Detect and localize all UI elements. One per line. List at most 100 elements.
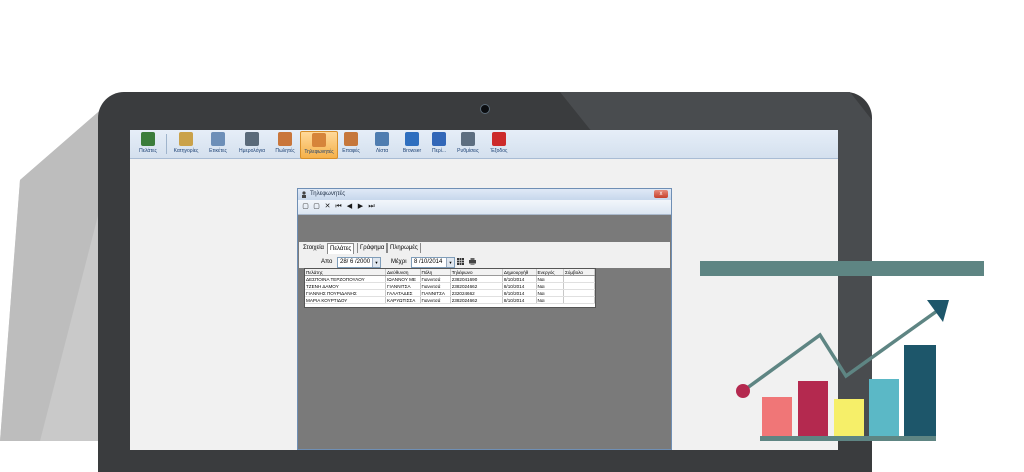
toolbar-label: Τηλεφωνητές xyxy=(304,149,334,155)
dialog-toolbar: ▢ ▢ ✕ ⏮ ◀ ▶ ⏭ xyxy=(298,200,671,215)
calendar-icon xyxy=(245,132,259,146)
table-cell: Ναι xyxy=(536,275,565,283)
tab-3[interactable]: Γράφημα xyxy=(357,243,388,253)
from-date-picker[interactable]: 28/ 6 /2000 ▼ xyxy=(337,257,381,268)
customers-table: Πελάτης Διεύθυνση Πόλη Τηλέφωνο Δημιουργήθ Εν… xyxy=(304,268,596,308)
toolbar-label: Κατηγορίες xyxy=(173,148,199,154)
table-cell xyxy=(563,282,595,290)
table-cell: Ναι xyxy=(536,289,565,297)
help-icon xyxy=(432,132,446,146)
table-cell: 8/10/2014 xyxy=(502,296,537,304)
webcam-icon xyxy=(480,104,490,114)
toolbar-label: Ετικέτες xyxy=(209,148,227,154)
table-cell: ΓΙΑΝΝΙΤΣΑ xyxy=(420,289,451,297)
new-icon[interactable]: ▢ xyxy=(301,202,310,211)
tab-2[interactable]: Πελάτες xyxy=(327,243,355,254)
toolbar-button-9[interactable]: Browser xyxy=(398,131,426,157)
table-cell: ΜΑΡΙΑ ΚΟΥΡΤΙΔΟΥ xyxy=(305,296,387,304)
exit-icon xyxy=(492,132,506,146)
table-cell: ΚΑΡΥΩΤΙΣΣΑ xyxy=(385,296,421,304)
table-cell: ΓΙΑΝΝΙΤΣΑ xyxy=(385,282,421,290)
table-cell: Γιαννιτσά xyxy=(420,296,451,304)
table-cell: ΓΙΑΝΝΗΣ ΠΟΥΡΙΔΑΝΗΣ xyxy=(305,289,387,297)
to-date-value: 8 /10/2014 xyxy=(414,259,443,265)
toolbar-button-4[interactable]: Ημερολόγια xyxy=(234,131,270,157)
operators-icon xyxy=(312,133,326,147)
toolbar-button-5[interactable]: Πωλητές xyxy=(272,131,298,157)
date-filter: Απο 28/ 6 /2000 ▼ Μέχρι 8 /10/2014 ▼ xyxy=(299,256,670,268)
contacts-icon xyxy=(344,132,358,146)
table-cell xyxy=(563,275,595,283)
chevron-down-icon[interactable]: ▼ xyxy=(446,258,454,267)
toolbar-label: Έξοδος xyxy=(490,148,508,154)
toolbar-button-6[interactable]: Τηλεφωνητές xyxy=(300,131,338,159)
toolbar-label: Browser xyxy=(402,148,422,154)
to-date-picker[interactable]: 8 /10/2014 ▼ xyxy=(411,257,455,268)
table-cell: 8/10/2014 xyxy=(502,289,537,297)
from-date-value: 28/ 6 /2000 xyxy=(340,259,371,265)
tab-strip: Στοιχεία Πελάτες Γράφημα Πληρωμές xyxy=(299,242,670,256)
table-row[interactable]: ΔΕΣΠΟΙΝΑ ΤΕΡΖΟΠΟΥΛΟΥ ΙΩΑΝΝΟΥ ΜΕ Γιαννιτσά 2… xyxy=(305,275,595,283)
operators-dialog: Τηλεφωνητές x ▢ ▢ ✕ ⏮ ◀ ▶ ⏭ xyxy=(297,188,672,450)
print-icon[interactable] xyxy=(469,258,476,265)
next-icon[interactable]: ▶ xyxy=(356,202,365,211)
table-cell: ΔΕΣΠΟΙΝΑ ΤΕΡΖΟΠΟΥΛΟΥ xyxy=(305,275,387,283)
operator-icon xyxy=(302,191,306,198)
delete-icon[interactable]: ✕ xyxy=(323,202,332,211)
dialog-titlebar[interactable]: Τηλεφωνητές x xyxy=(298,189,671,200)
table-cell: Ναι xyxy=(536,282,565,290)
grid-icon[interactable] xyxy=(457,258,464,265)
table-cell: 8/10/2014 xyxy=(502,275,537,283)
table-cell xyxy=(563,289,595,297)
main-toolbar: Πελάτες Κατηγορίες Ετικέτες Ημερολόγια Πωλητ… xyxy=(130,130,838,159)
close-button[interactable]: x xyxy=(654,190,668,198)
prev-icon[interactable]: ◀ xyxy=(345,202,354,211)
tab-1[interactable]: Στοιχεία xyxy=(301,243,326,253)
table-cell: Γιαννιτσά xyxy=(420,282,451,290)
toolbar-label: Περί... xyxy=(432,148,446,154)
labels-icon xyxy=(211,132,225,146)
first-icon[interactable]: ⏮ xyxy=(334,202,343,211)
customers-icon xyxy=(141,132,155,146)
table-cell: ΓΑΛΑΤΑΔΕΣ xyxy=(385,289,421,297)
toolbar-button-7[interactable]: Επαφές xyxy=(338,131,364,157)
toolbar-button-11[interactable]: Ρυθμίσεις xyxy=(454,131,482,157)
from-label: Απο xyxy=(321,259,333,265)
dialog-title: Τηλεφωνητές xyxy=(310,191,346,197)
tab-4[interactable]: Πληρωμές xyxy=(387,243,421,253)
toolbar-separator xyxy=(166,134,167,154)
toolbar-button-12[interactable]: Έξοδος xyxy=(486,131,512,157)
chevron-down-icon[interactable]: ▼ xyxy=(372,258,380,267)
to-label: Μέχρι xyxy=(391,259,407,265)
table-cell: 8/10/2014 xyxy=(502,282,537,290)
toolbar-button-2[interactable]: Κατηγορίες xyxy=(170,131,202,157)
toolbar-button-8[interactable]: Λίστα xyxy=(370,131,394,157)
toolbar-label: Επαφές xyxy=(342,148,360,154)
salesmen-icon xyxy=(278,132,292,146)
close-icon: x xyxy=(659,191,663,197)
save-icon[interactable]: ▢ xyxy=(312,202,321,211)
toolbar-label: Πωλητές xyxy=(275,148,295,154)
table-cell: ΙΩΑΝΝΟΥ ΜΕ xyxy=(385,275,421,283)
table-row[interactable]: ΤΖΕΝΗ ΔΑΜΟΥ ΓΙΑΝΝΙΤΣΑ Γιαννιτσά 2382024662 8… xyxy=(305,282,595,290)
table-row[interactable]: ΜΑΡΙΑ ΚΟΥΡΤΙΔΟΥ ΚΑΡΥΩΤΙΣΣΑ Γιαννιτσά 238202… xyxy=(305,296,595,304)
toolbar-label: Ημερολόγια xyxy=(239,148,265,154)
categories-icon xyxy=(179,132,193,146)
toolbar-button-10[interactable]: Περί... xyxy=(428,131,450,157)
last-icon[interactable]: ⏭ xyxy=(367,202,376,211)
chart-header-bar xyxy=(700,261,984,276)
toolbar-label: Λίστα xyxy=(375,148,389,154)
settings-icon xyxy=(461,132,475,146)
browser-icon xyxy=(405,132,419,146)
table-cell: 2382041690 xyxy=(450,275,503,283)
table-cell: ΤΖΕΝΗ ΔΑΜΟΥ xyxy=(305,282,387,290)
chart-baseline xyxy=(760,436,936,441)
table-cell xyxy=(563,296,595,304)
toolbar-label: Πελάτες xyxy=(139,148,157,154)
toolbar-label: Ρυθμίσεις xyxy=(457,148,479,154)
list-icon xyxy=(375,132,389,146)
table-cell: Ναι xyxy=(536,296,565,304)
table-row[interactable]: ΓΙΑΝΝΗΣ ΠΟΥΡΙΔΑΝΗΣ ΓΑΛΑΤΑΔΕΣ ΓΙΑΝΝΙΤΣΑ 2320… xyxy=(305,289,595,297)
toolbar-button-3[interactable]: Ετικέτες xyxy=(204,131,232,157)
toolbar-button-1[interactable]: Πελάτες xyxy=(134,131,162,157)
